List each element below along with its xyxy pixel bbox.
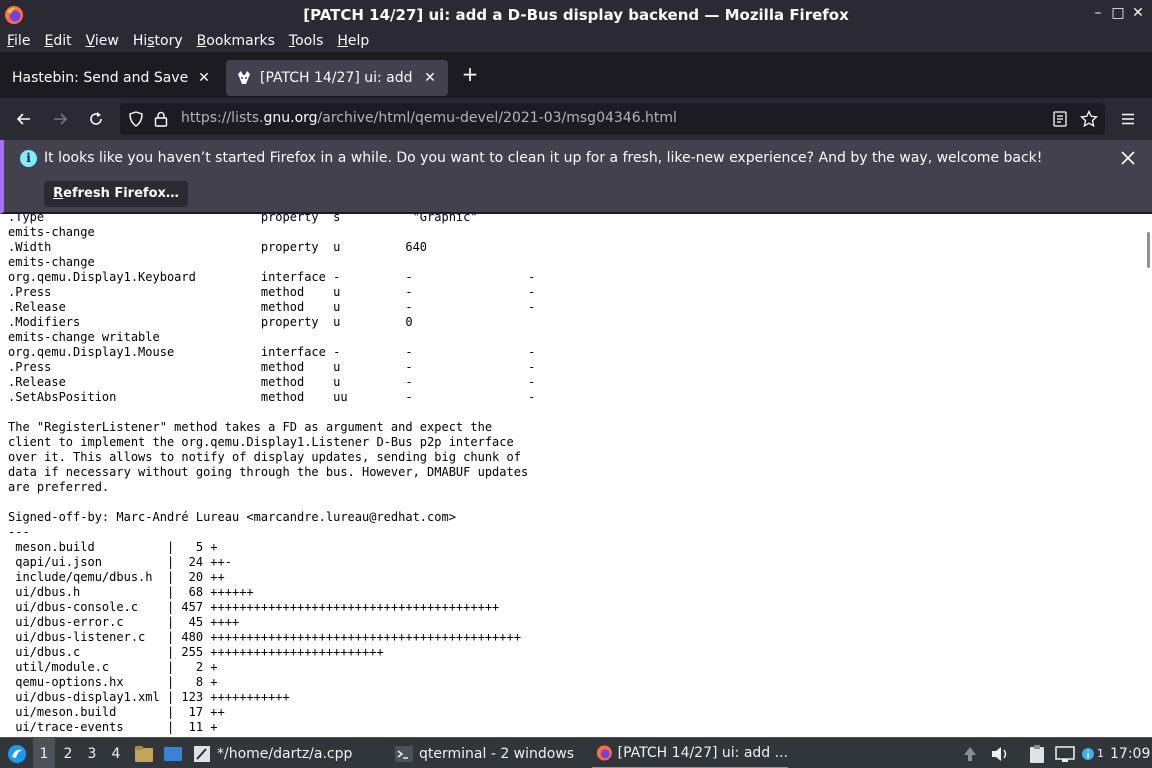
menu-item-label: iew [94,33,119,49]
notification-message: It looks like you haven’t started Firefo… [44,150,1043,166]
forward-button[interactable] [47,106,73,132]
hamburger-menu-icon [1122,113,1134,125]
clipboard-icon [1030,744,1044,763]
file-manager-launcher[interactable] [134,738,154,768]
menu-item-label: tory [154,33,183,49]
menu-item[interactable]: Edit [37,33,78,49]
notification-count: 1 [1097,747,1104,760]
url-prefix: https://lists. [181,110,264,126]
tray-clipboard[interactable] [1028,738,1048,768]
start-menu-icon [8,744,26,763]
info-notification-icon [1082,747,1094,760]
menu-item[interactable]: Bookmarks [190,33,282,49]
scrollbar-thumb[interactable] [1147,232,1150,268]
refresh-firefox-button[interactable]: Refresh Firefox… [44,181,188,207]
new-tab-button[interactable]: + [459,63,481,85]
folder-icon [135,745,153,762]
address-bar[interactable]: https://lists.gnu.org/archive/html/qemu-… [120,103,1105,135]
page-content: .Type property s "Graphic" emits-change … [0,214,1152,737]
menu-item-label: dit [53,33,72,49]
bookmark-star-icon[interactable] [1080,110,1098,128]
tab-label: Hastebin: Send and Save Text [12,70,192,86]
text-editor-icon [194,745,210,762]
start-menu-button[interactable] [4,738,30,768]
menu-item[interactable]: Help [330,33,376,49]
volume-icon [992,746,1007,761]
navigation-bar: https://lists.gnu.org/archive/html/qemu-… [0,98,1152,140]
tray-volume[interactable] [990,738,1010,768]
window-title: [PATCH 14/27] ui: add a D-Bus display ba… [303,6,849,24]
task-firefox[interactable]: [PATCH 14/27] ui: add ... [592,738,788,768]
network-icon [1055,745,1075,762]
back-arrow-icon [16,113,30,125]
url-text[interactable]: https://lists.gnu.org/archive/html/qemu-… [181,110,677,126]
minimize-icon[interactable]: – [1090,5,1106,21]
refresh-label: efresh Firefox… [63,186,179,201]
taskbar: 1 2 3 4 */home/dartz/a.cpp qterminal - 2… [0,737,1152,768]
menu-item[interactable]: Tools [282,33,331,49]
menu-item-label: elp [347,33,370,49]
forward-arrow-icon [54,113,68,125]
task-label: [PATCH 14/27] ui: add ... [617,744,788,761]
shield-icon[interactable] [128,111,144,127]
firefox-icon [596,744,612,761]
tray-notifications[interactable]: 1 [1081,738,1109,768]
menu-item-mnemonic: E [44,33,54,49]
menu-bar: File Edit View History Bookmarks Tools Help [0,30,1152,52]
menu-item[interactable]: File [0,33,37,49]
reload-icon [90,112,102,125]
terminal-icon [395,745,413,762]
menu-item-mnemonic: B [196,33,207,49]
close-tab-icon[interactable]: ✕ [196,70,212,86]
task-terminal[interactable]: qterminal - 2 windows [394,738,584,768]
reader-view-icon[interactable] [1053,111,1067,127]
workspace-3[interactable]: 3 [81,738,103,768]
menu-item[interactable]: View [79,33,126,49]
menu-item-mnemonic: V [85,33,95,49]
lock-icon[interactable] [154,111,168,127]
workspace-1[interactable]: 1 [33,738,55,768]
menu-item-label: ools [295,33,324,49]
menu-item-label: ile [14,33,31,49]
tray-update[interactable] [962,738,980,768]
workspace-4[interactable]: 4 [105,738,127,768]
patch-text: .Type property s "Graphic" emits-change … [8,214,536,734]
refresh-mnemonic: R [53,186,64,201]
tray-network[interactable] [1055,738,1075,768]
close-tab-icon[interactable]: ✕ [422,70,438,86]
back-button[interactable] [11,106,37,132]
app-menu-button[interactable] [1115,106,1141,132]
desktop-icon [164,746,182,761]
url-path: /archive/html/qemu-devel/2021-03/msg0434… [317,110,677,126]
reload-button[interactable] [83,106,109,132]
url-host: gnu.org [263,110,318,126]
task-label: */home/dartz/a.cpp [217,745,353,762]
tab-patch[interactable]: [PATCH 14/27] ui: add a D-Bus display ba… [226,60,448,96]
workspace-2[interactable]: 2 [57,738,79,768]
menu-item-mnemonic: F [7,33,15,49]
menu-item-mnemonic: s [147,33,155,49]
tab-hastebin[interactable]: Hastebin: Send and Save Text ✕ [2,60,222,96]
refresh-notification-bar: i It looks like you haven’t started Fire… [0,140,1152,214]
menu-item-prefix: Hi [132,33,148,49]
task-editor[interactable]: */home/dartz/a.cpp [192,738,382,768]
clock[interactable]: 17:09 [1110,738,1150,768]
info-icon: i [20,150,37,167]
close-window-icon[interactable]: ✕ [1130,5,1146,21]
menu-item-mnemonic: H [337,33,348,49]
firefox-icon [5,6,23,24]
menu-item-label: ookmarks [206,33,275,49]
gnu-favicon-icon [238,71,250,84]
maximize-icon[interactable]: □ [1110,5,1126,21]
close-notification-icon[interactable] [1120,150,1136,166]
menu-item[interactable]: History [126,33,190,49]
package-update-icon [964,746,976,761]
window-titlebar: [PATCH 14/27] ui: add a D-Bus display ba… [0,0,1152,30]
task-label: qterminal - 2 windows [419,745,575,762]
tab-label: [PATCH 14/27] ui: add a D-Bus display ba… [260,70,418,86]
show-desktop-launcher[interactable] [163,738,183,768]
tab-bar: Hastebin: Send and Save Text ✕ [PATCH 14… [0,52,1152,98]
